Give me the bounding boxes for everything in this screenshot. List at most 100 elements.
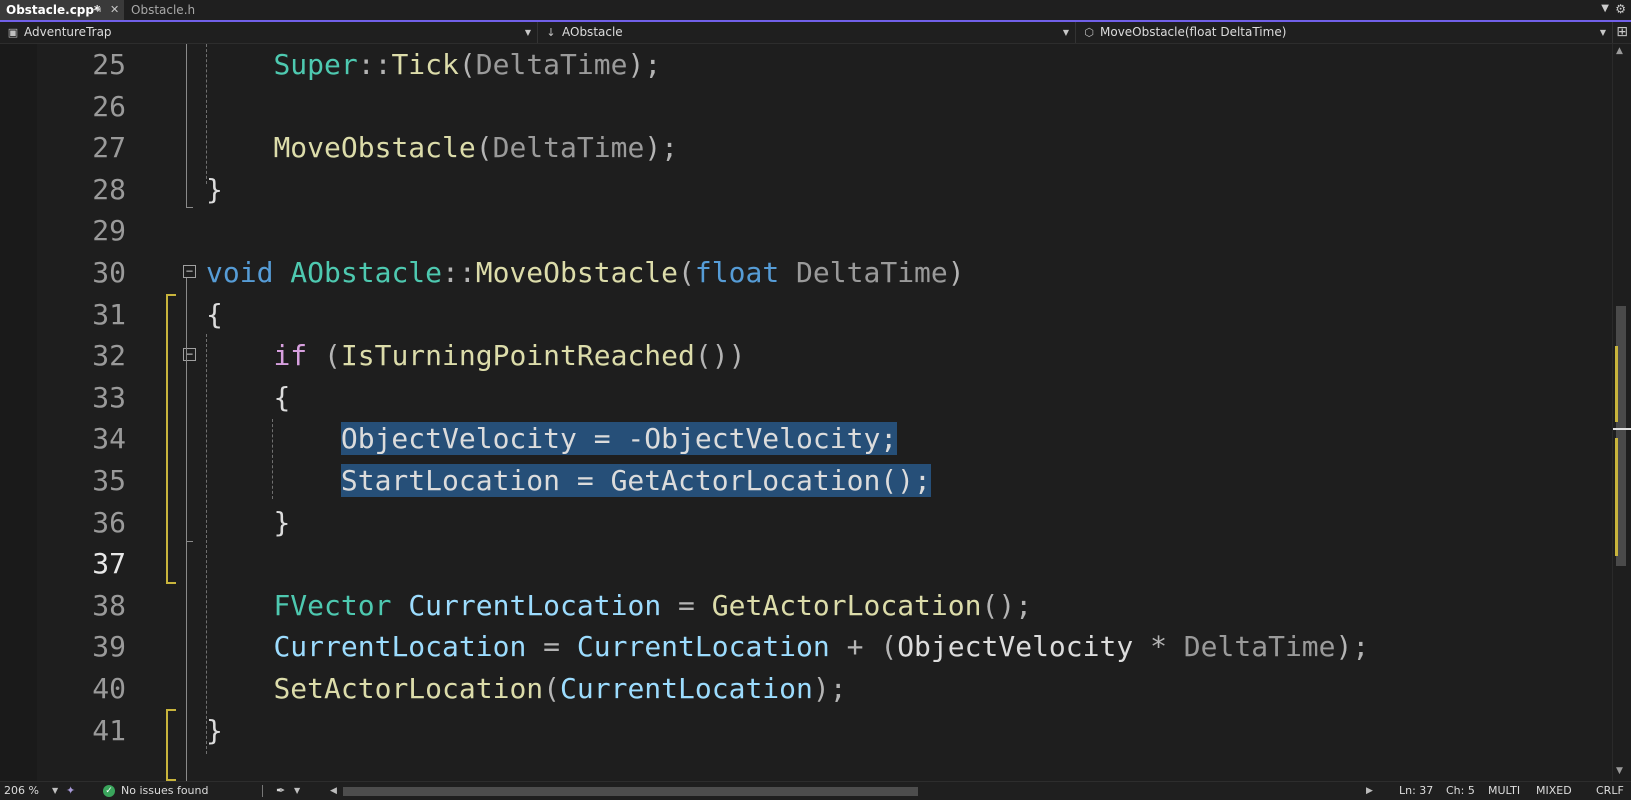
code-line[interactable]: 35 StartLocation = GetActorLocation(); <box>0 459 1612 502</box>
code-token: :: <box>357 48 392 81</box>
line-number: 40 <box>92 672 126 705</box>
member-dropdown[interactable]: ⬡ MoveObstacle(float DeltaTime) ▼ <box>1076 22 1613 43</box>
code-line[interactable]: 40 SetActorLocation(CurrentLocation); <box>0 667 1612 710</box>
scroll-left-icon[interactable]: ◀ <box>330 782 337 800</box>
zoom-level[interactable]: 206 % <box>4 782 39 800</box>
code-text[interactable]: } <box>206 168 223 211</box>
vertical-scrollbar[interactable]: ▲ ▼ <box>1612 44 1631 781</box>
code-text[interactable]: Super::Tick(DeltaTime); <box>206 44 661 86</box>
chevron-down-icon: ▼ <box>1599 28 1606 37</box>
code-token: IsTurningPointReached <box>340 339 695 373</box>
code-token: ObjectVelocity <box>897 630 1134 664</box>
selected-code-token: StartLocation = GetActorLocation(); <box>340 464 931 497</box>
code-line[interactable]: 32 if (IsTurningPointReached()) <box>0 334 1612 377</box>
code-line[interactable]: 36 } <box>0 501 1612 544</box>
line-number: 36 <box>92 505 126 539</box>
chevron-down-icon[interactable]: ▼ <box>52 782 58 800</box>
chevron-down-icon[interactable]: ▼ <box>294 782 300 800</box>
code-text[interactable]: SetActorLocation(CurrentLocation); <box>206 667 846 710</box>
code-text[interactable]: } <box>206 709 223 752</box>
line-number: 26 <box>92 89 126 123</box>
navigation-bar: ▣ AdventureTrap ▼ ↓ AObstacle ▼ ⬡ MoveObsta… <box>0 22 1631 44</box>
project-icon: ▣ <box>7 26 19 39</box>
line-number: 30 <box>92 256 126 289</box>
code-token: CurrentLocation <box>408 588 662 622</box>
class-name: AObstacle <box>562 25 623 39</box>
tab-list-dropdown-icon[interactable]: ▼ <box>1601 3 1609 14</box>
code-line[interactable]: 31 { <box>0 293 1612 336</box>
code-text[interactable]: CurrentLocation = CurrentLocation + (Obj… <box>206 625 1369 668</box>
code-token: ); <box>644 131 679 165</box>
code-line[interactable]: 39 CurrentLocation = CurrentLocation + (… <box>0 625 1612 668</box>
code-text[interactable]: } <box>206 501 290 544</box>
code-text[interactable]: ObjectVelocity = -ObjectVelocity; <box>206 417 898 460</box>
change-marker <box>166 709 176 781</box>
wand-icon[interactable]: ✒ <box>276 782 285 800</box>
line-endings-status[interactable]: CRLF <box>1596 782 1624 800</box>
code-text[interactable]: { <box>206 376 290 419</box>
code-line[interactable]: 28} <box>0 168 1612 211</box>
indent-guide <box>206 44 207 184</box>
code-text[interactable]: MoveObstacle(DeltaTime); <box>206 126 678 169</box>
column-number-status[interactable]: Ch: 5 <box>1446 782 1475 800</box>
code-text[interactable]: void AObstacle::MoveObstacle(float Delta… <box>206 251 965 294</box>
code-line[interactable]: 30 void AObstacle::MoveObstacle(float Del… <box>0 251 1612 294</box>
method-icon: ⬡ <box>1084 26 1094 39</box>
code-text[interactable]: StartLocation = GetActorLocation(); <box>206 459 931 502</box>
scroll-up-icon[interactable]: ▲ <box>1616 46 1623 56</box>
gear-icon[interactable]: ⚙ <box>1615 2 1626 16</box>
code-token: ) <box>947 256 965 289</box>
line-number: 32 <box>92 339 126 373</box>
indent-guide <box>206 334 207 754</box>
code-line[interactable]: 25 Super::Tick(DeltaTime); <box>0 44 1612 86</box>
collapse-toggle-icon[interactable]: − <box>183 265 196 278</box>
insert-mode-status[interactable]: MULTI <box>1488 782 1520 800</box>
code-cleanup-brush-icon[interactable]: ✦ <box>66 782 75 800</box>
class-dropdown[interactable]: ↓ AObstacle ▼ <box>538 22 1076 43</box>
code-token: { <box>206 297 223 331</box>
horizontal-scrollbar-thumb[interactable] <box>343 787 918 796</box>
tab-obstacle-h[interactable]: Obstacle.h <box>125 0 235 20</box>
code-token: :: <box>442 256 476 289</box>
code-line[interactable]: 38 FVector CurrentLocation = GetActorLoc… <box>0 584 1612 627</box>
close-icon[interactable]: ✕ <box>110 0 119 20</box>
collapse-toggle-icon[interactable]: − <box>183 348 196 361</box>
scroll-down-icon[interactable]: ▼ <box>1616 766 1623 776</box>
code-line[interactable]: 26 <box>0 85 1612 128</box>
divider <box>262 785 263 797</box>
class-scope-icon: ↓ <box>546 26 556 39</box>
code-token: SetActorLocation <box>273 672 544 705</box>
code-line[interactable]: 41} <box>0 709 1612 752</box>
tab-obstacle-cpp[interactable]: Obstacle.cpp* ⇥ ✕ <box>0 0 124 20</box>
code-text[interactable]: FVector CurrentLocation = GetActorLocati… <box>206 584 1032 627</box>
line-number: 33 <box>92 380 126 414</box>
code-line[interactable]: 37 <box>0 542 1612 585</box>
code-token: } <box>206 172 223 206</box>
issues-status[interactable]: No issues found <box>121 782 208 800</box>
code-token: ); <box>1335 630 1370 664</box>
code-line[interactable]: 33 { <box>0 376 1612 419</box>
code-text[interactable]: if (IsTurningPointReached()) <box>206 334 745 377</box>
code-token: DeltaTime <box>475 48 628 81</box>
pin-icon[interactable]: ⇥ <box>92 0 101 20</box>
line-number: 35 <box>92 464 126 497</box>
split-window-icon[interactable]: ⊞ <box>1616 22 1628 43</box>
scroll-right-icon[interactable]: ▶ <box>1366 782 1373 800</box>
code-line[interactable]: 27 MoveObstacle(DeltaTime); <box>0 126 1612 169</box>
code-token: { <box>273 380 291 414</box>
project-dropdown[interactable]: ▣ AdventureTrap ▼ <box>0 22 538 43</box>
code-line[interactable]: 29 <box>0 209 1612 252</box>
line-number-status[interactable]: Ln: 37 <box>1399 782 1433 800</box>
code-token: CurrentLocation <box>576 630 830 664</box>
code-token: void <box>206 256 274 289</box>
code-text[interactable]: { <box>206 293 223 336</box>
code-line[interactable]: 34 ObjectVelocity = -ObjectVelocity; <box>0 417 1612 460</box>
code-editor[interactable]: 25 Super::Tick(DeltaTime); 26 27 MoveObsta… <box>0 44 1612 781</box>
tabs-mode-status[interactable]: MIXED <box>1536 782 1572 800</box>
